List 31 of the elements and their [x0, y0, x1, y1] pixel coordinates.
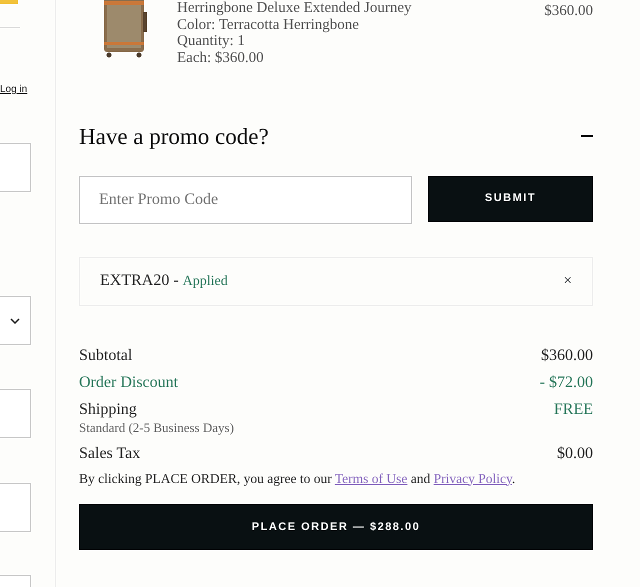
- input-field[interactable]: [0, 143, 31, 192]
- product-detail: Color: Terracotta Herringbone: [177, 16, 360, 33]
- accent-bar: [0, 0, 18, 4]
- privacy-link[interactable]: Privacy Policy: [434, 470, 512, 486]
- remove-button[interactable]: ×: [564, 270, 572, 292]
- chevron-down-icon: [10, 318, 20, 324]
- minus-icon[interactable]: [581, 135, 593, 138]
- summary-value: $360.00: [541, 346, 593, 366]
- login-link[interactable]: Log in: [0, 82, 28, 97]
- summary-label: Order Discount: [79, 372, 178, 393]
- summary-value: FREE: [554, 400, 593, 420]
- summary-label: Shipping: [79, 400, 137, 420]
- submit-button[interactable]: SUBMIT: [428, 176, 593, 222]
- agreement-text: By clicking PLACE ORDER, you agree to our Terms of Use and Privacy Policy.: [79, 470, 516, 488]
- summary-value: $0.00: [557, 444, 593, 464]
- product-detail: Each: $360.00: [177, 50, 265, 66]
- terms-link[interactable]: Terms of Use: [334, 470, 408, 486]
- summary-label: Subtotal: [79, 346, 132, 366]
- promo-heading: Have a promo code?: [79, 123, 269, 151]
- select-field[interactable]: [0, 296, 31, 345]
- input-field[interactable]: [0, 389, 31, 438]
- product-name: Herringbone Deluxe Extended Journey: [177, 0, 413, 16]
- applied-code: EXTRA20 - Applied: [100, 271, 228, 292]
- promo-code-field[interactable]: Enter Promo Code: [79, 176, 412, 224]
- product-price: $360.00: [544, 2, 593, 21]
- input-field[interactable]: [0, 483, 31, 532]
- summary-value: - $72.00: [540, 372, 593, 393]
- summary-label: Sales Tax: [79, 444, 140, 464]
- place-order-button[interactable]: PLACE ORDER — $288.00: [79, 504, 593, 550]
- product-detail: Quantity: 1: [177, 33, 246, 50]
- shipping-method: Standard (2-5 Business Days): [79, 418, 235, 437]
